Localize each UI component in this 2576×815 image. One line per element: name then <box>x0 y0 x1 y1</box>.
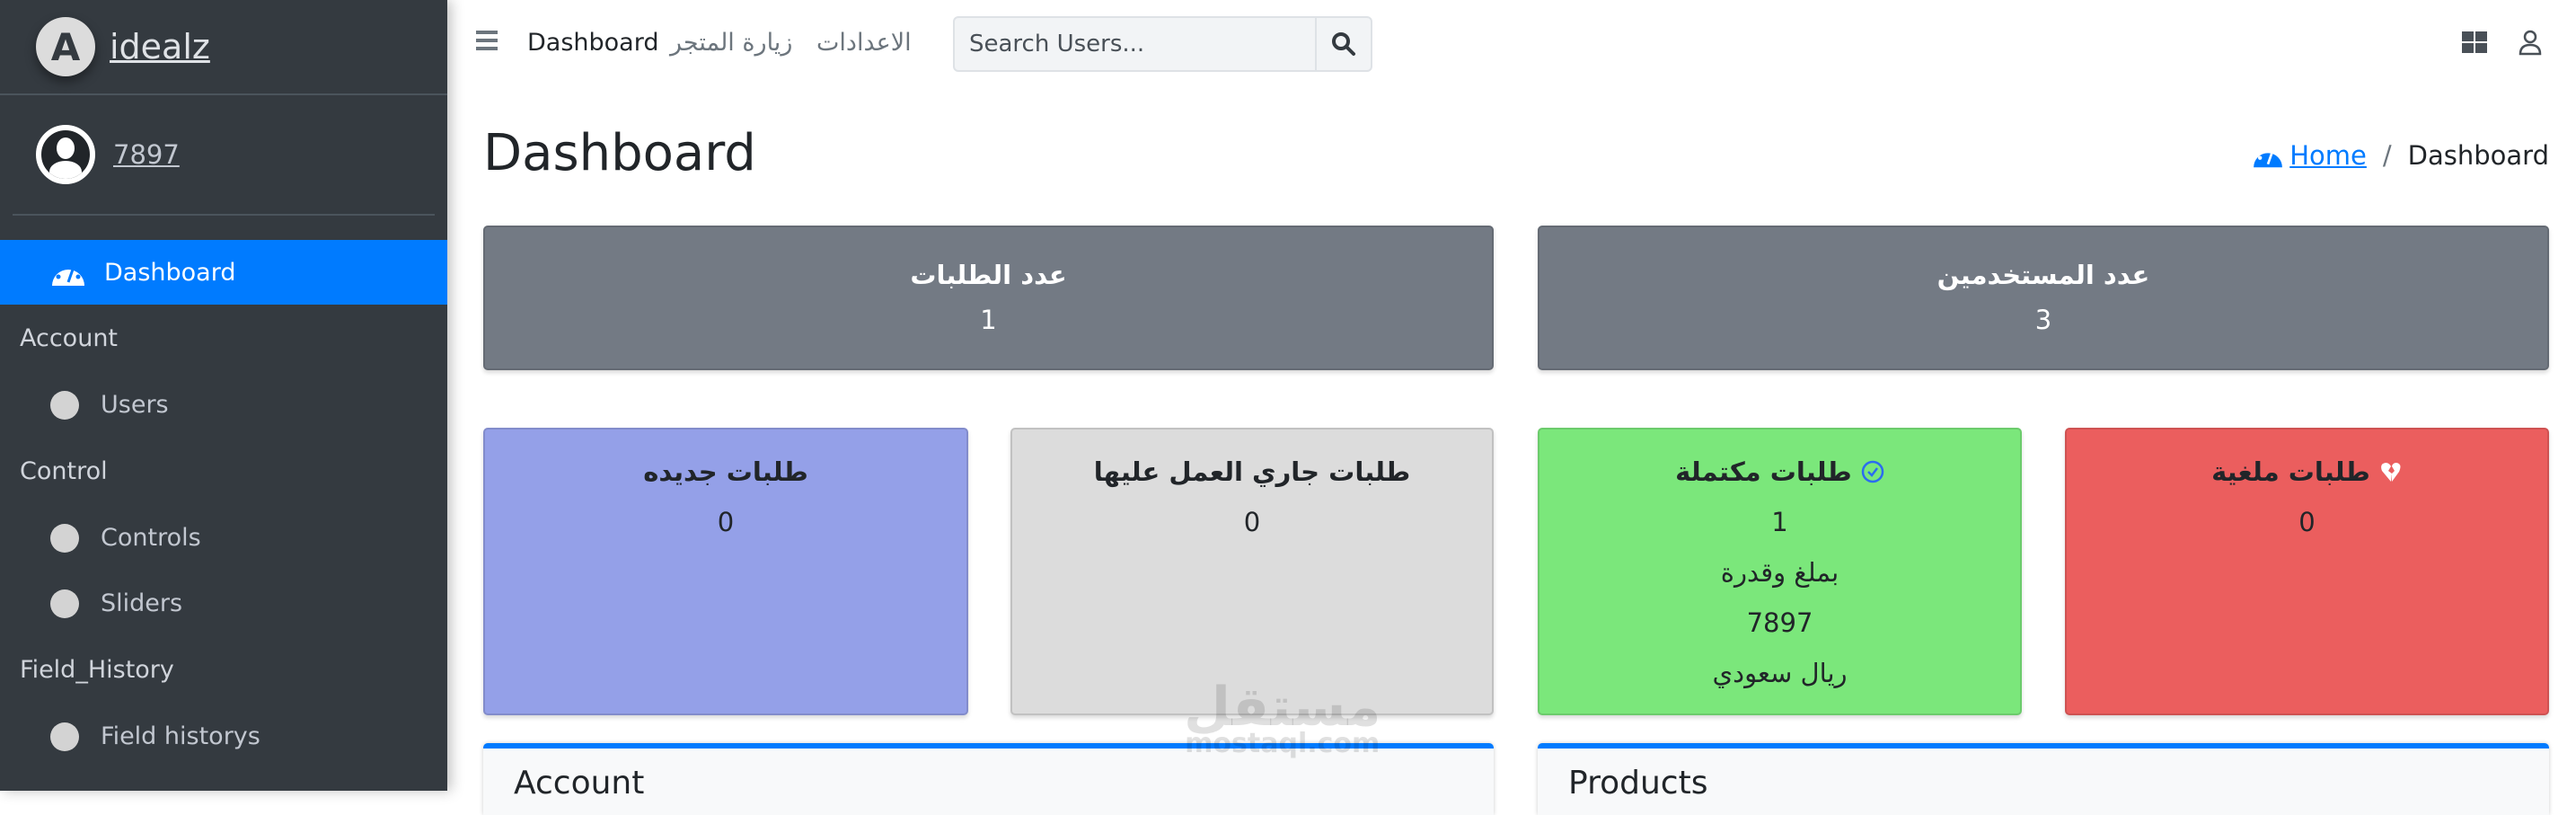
amount-label: بملغ وقدرة <box>1720 557 1839 588</box>
panel-title: Account <box>514 765 645 802</box>
circle-icon <box>50 523 79 553</box>
watermark-en: mostaql.com <box>1185 728 1381 759</box>
stat-card-cancelled-orders: طلبات ملغية 0 <box>2065 428 2549 715</box>
sidebar-item-sliders[interactable]: Sliders <box>0 571 447 636</box>
search-input[interactable] <box>955 18 1315 70</box>
breadcrumb: Home / Dashboard <box>2252 140 2549 171</box>
sidebar-item-field-historys[interactable]: Field historys <box>0 704 447 769</box>
user-icon[interactable] <box>2515 27 2545 58</box>
sidebar-item-label: Controls <box>101 524 201 552</box>
stat-value: 1 <box>1771 507 1788 537</box>
stat-card-new-orders: طلبات جديده 0 <box>483 428 968 715</box>
nav-settings-link[interactable]: الاعدادات <box>816 29 912 57</box>
brand[interactable]: A idealz <box>0 0 447 95</box>
check-circle-icon <box>1861 460 1884 483</box>
nav-dashboard-link[interactable]: Dashboard <box>527 29 658 57</box>
stat-title: طلبات ملغية <box>2211 456 2370 487</box>
brand-link[interactable]: idealz <box>110 27 210 66</box>
circle-icon <box>50 390 79 420</box>
stat-title: طلبات جديده <box>643 456 808 487</box>
watermark: مستقل mostaql.com <box>1184 680 1381 759</box>
user-link[interactable]: 7897 <box>113 139 180 170</box>
stat-card-in-progress-orders: طلبات جاري العمل عليها 0 <box>1010 428 1494 715</box>
search-icon <box>1332 32 1355 56</box>
breadcrumb-home[interactable]: Home <box>2252 140 2367 171</box>
nav-visit-store-link[interactable]: زيارة المتجر <box>670 29 792 57</box>
stat-value: 0 <box>1243 507 1261 537</box>
sidebar-item-dashboard[interactable]: Dashboard <box>0 240 447 305</box>
sidebar-nav: Dashboard Account Users Control Controls… <box>0 240 447 769</box>
amount-value: 7897 <box>1746 607 1813 638</box>
dashboard-gauge-icon <box>52 261 84 286</box>
panel-title: Products <box>1568 765 1708 802</box>
brand-logo: A <box>36 17 95 76</box>
sidebar-item-label: Sliders <box>101 589 183 617</box>
stat-title: عدد المستخدمين <box>1936 260 2150 290</box>
stat-card-users-count: عدد المستخدمين 3 <box>1538 226 2549 370</box>
stat-card-orders-count: عدد الطلبات 1 <box>483 226 1494 370</box>
breadcrumb-separator: / <box>2382 140 2392 171</box>
breadcrumb-current: Dashboard <box>2407 140 2549 171</box>
broken-heart-icon <box>2381 463 2401 482</box>
top-navbar: Dashboard زيارة المتجر الاعدادات <box>447 0 2576 93</box>
dashboard-gauge-icon <box>2254 146 2283 168</box>
sidebar-item-users[interactable]: Users <box>0 372 447 438</box>
sidebar-item-label: Users <box>101 391 169 419</box>
sidebar-header-account: Account <box>20 324 119 352</box>
stat-value: 3 <box>2034 305 2052 335</box>
breadcrumb-home-label: Home <box>2289 140 2367 171</box>
grid-apps-icon[interactable] <box>2459 27 2490 58</box>
circle-icon <box>50 589 79 618</box>
sidebar-item-label: Dashboard <box>104 258 236 287</box>
stat-title-row: طلبات ملغية <box>2067 456 2547 487</box>
avatar <box>36 125 95 184</box>
page-title: Dashboard <box>483 124 756 182</box>
sidebar-item-label: Field historys <box>101 722 260 750</box>
stat-value: 0 <box>717 507 735 537</box>
sidebar: A idealz 7897 Dashboard Account Users Co… <box>0 0 447 791</box>
stat-title: طلبات جاري العمل عليها <box>1093 456 1411 487</box>
sidebar-item-controls[interactable]: Controls <box>0 505 447 571</box>
search-button[interactable] <box>1315 18 1371 70</box>
user-panel[interactable]: 7897 <box>13 95 435 216</box>
stat-title-row: طلبات مكتملة <box>1539 456 2020 487</box>
stat-title: عدد الطلبات <box>910 260 1067 290</box>
hamburger-menu-icon[interactable] <box>476 31 498 50</box>
stat-value: 1 <box>980 305 997 335</box>
stat-title: طلبات مكتملة <box>1675 456 1852 487</box>
circle-icon <box>50 722 79 751</box>
currency-label: ريال سعودي <box>1712 658 1848 688</box>
sidebar-header-control: Control <box>20 457 108 485</box>
sidebar-header-field-history: Field_History <box>20 656 174 684</box>
stat-value: 0 <box>2298 507 2316 537</box>
products-panel: Products <box>1538 743 2549 815</box>
stat-card-completed-orders: طلبات مكتملة 1 بملغ وقدرة 7897 ريال سعود… <box>1538 428 2022 715</box>
search-form <box>953 16 1372 72</box>
